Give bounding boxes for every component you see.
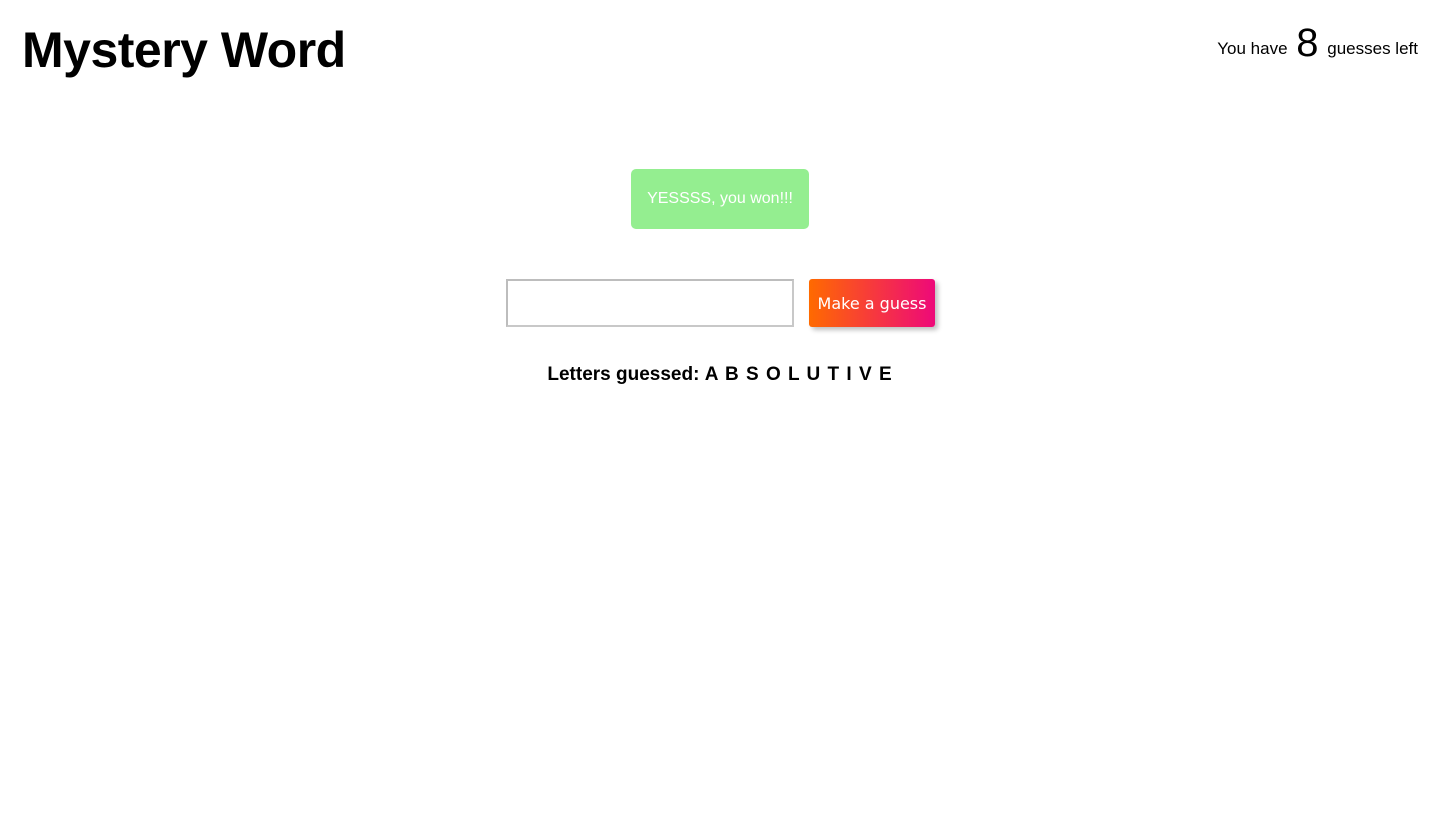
- guesses-remaining: You have 8 guesses left: [1217, 20, 1418, 72]
- guess-input[interactable]: [506, 279, 794, 327]
- make-guess-button[interactable]: Make a guess: [809, 279, 935, 327]
- letters-guessed-label: Letters guessed:: [547, 364, 700, 385]
- game-page: Mystery Word You have 8 guesses left YES…: [0, 0, 1440, 816]
- win-message-banner: YESSSS, you won!!!: [631, 169, 809, 229]
- guesses-count: 8: [1296, 21, 1319, 65]
- letters-guessed: Letters guessed: A B S O L U T I V E: [0, 362, 1440, 388]
- page-title: Mystery Word: [22, 22, 346, 78]
- letters-guessed-list: A B S O L U T I V E: [704, 364, 893, 385]
- guesses-prefix: You have: [1217, 39, 1288, 58]
- guesses-suffix: guesses left: [1327, 39, 1418, 58]
